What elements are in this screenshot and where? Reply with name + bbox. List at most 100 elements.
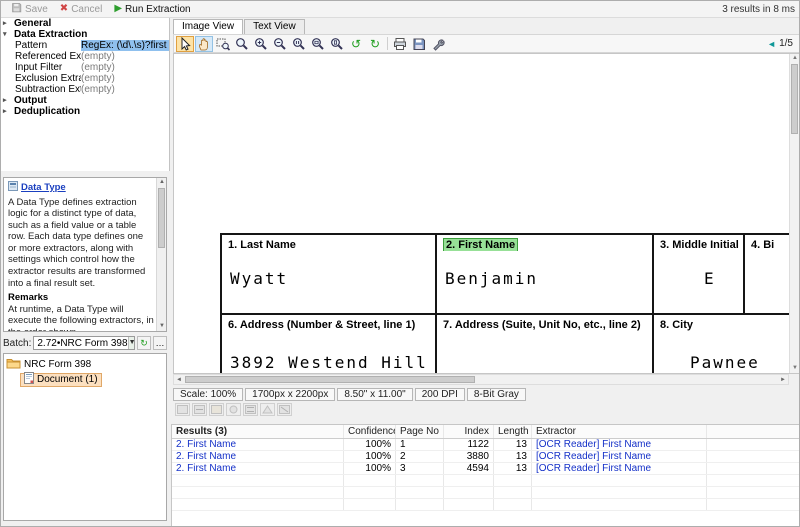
zoom-in-button[interactable] — [252, 36, 270, 52]
property-value[interactable]: (empty) — [81, 62, 169, 73]
viewer-horizontal-scrollbar[interactable]: ◄ ► — [173, 374, 789, 385]
property-group-general[interactable]: ▸ General — [1, 18, 169, 29]
save-button[interactable]: Save — [7, 2, 52, 17]
image-viewer[interactable]: 1. Last Name Wyatt 2. First Name Benjami… — [173, 53, 800, 374]
selected-tree-item[interactable]: Document (1) — [20, 373, 102, 387]
cancel-button[interactable]: ✖ Cancel — [56, 2, 107, 17]
empty-cell — [707, 487, 800, 498]
property-label: Pattern — [1, 40, 81, 51]
refresh-batch-button[interactable]: ↻ — [137, 336, 151, 350]
mini-tool-icon-6[interactable] — [260, 403, 275, 416]
result-extractor: [OCR Reader] First Name — [532, 463, 707, 474]
column-header-length[interactable]: Length — [494, 425, 532, 438]
column-header-index[interactable]: Index — [444, 425, 494, 438]
tree-node-label: Document (1) — [37, 374, 98, 385]
property-row-exclusion-extractor[interactable]: Exclusion Extract (empty) — [1, 73, 169, 84]
tree-node-label: NRC Form 398 — [24, 359, 91, 370]
batch-options-button[interactable]: … — [153, 336, 167, 350]
result-row[interactable]: 2. First Name 100% 1 1122 13 [OCR Reader… — [172, 439, 800, 451]
main-toolbar: Save ✖ Cancel ▶ Run Extraction 3 results… — [1, 1, 800, 18]
viewer-settings-button[interactable] — [429, 36, 447, 52]
field-value: Benjamin — [445, 269, 538, 288]
extraction-highlight[interactable]: 2. First Name — [443, 238, 518, 251]
column-header-page-no[interactable]: Page No — [396, 425, 444, 438]
mini-tool-icon-1[interactable] — [175, 403, 190, 416]
field-label: 3. Middle Initial — [654, 235, 743, 251]
mini-tool-icon-5[interactable] — [243, 403, 258, 416]
zoom-fit-page-button[interactable] — [328, 36, 346, 52]
scroll-left-icon[interactable]: ◄ — [174, 377, 184, 383]
scrollbar-thumb[interactable] — [791, 64, 798, 134]
result-row[interactable]: 2. First Name 100% 3 4594 13 [OCR Reader… — [172, 463, 800, 475]
property-value[interactable]: (empty) — [81, 73, 169, 84]
property-value[interactable]: (empty) — [81, 84, 169, 95]
mini-tool-icon-7[interactable] — [277, 403, 292, 416]
scroll-right-icon[interactable]: ► — [778, 377, 788, 383]
column-header-confidence[interactable]: Confidence — [344, 425, 396, 438]
image-viewer-toolbar: ↺ ↻ ◄ 1/5 — [173, 34, 800, 53]
scroll-up-icon[interactable]: ▲ — [790, 54, 800, 63]
property-grid: ▸ General ▾ Data Extraction Pattern RegE… — [1, 18, 170, 171]
scroll-up-icon[interactable]: ▲ — [157, 178, 167, 187]
property-group-deduplication[interactable]: ▸ Deduplication — [1, 106, 169, 117]
help-vertical-scrollbar[interactable]: ▲ ▼ — [156, 178, 166, 331]
zoom-in-icon — [254, 37, 268, 51]
form-cell-last-name: 1. Last Name Wyatt — [222, 235, 437, 315]
pan-tool-button[interactable] — [195, 36, 213, 52]
batch-combobox[interactable]: 2.72•NRC Form 398 ▼ — [33, 336, 135, 350]
scrollbar-thumb[interactable] — [158, 188, 165, 248]
result-extractor: [OCR Reader] First Name — [532, 451, 707, 462]
zoom-fit-page-icon — [330, 37, 344, 51]
property-value[interactable]: (empty) — [81, 51, 169, 62]
chevron-right-icon: ▸ — [3, 18, 11, 29]
print-button[interactable] — [391, 36, 409, 52]
property-label: Input Filter — [1, 62, 81, 73]
pointer-tool-button[interactable] — [176, 36, 194, 52]
property-row-input-filter[interactable]: Input Filter (empty) — [1, 62, 169, 73]
result-row[interactable]: 2. First Name 100% 2 3880 13 [OCR Reader… — [172, 451, 800, 463]
property-value[interactable]: RegEx: (\d\.\s)?first — [81, 40, 169, 51]
property-row-pattern[interactable]: Pattern RegEx: (\d\.\s)?first — [1, 40, 169, 51]
magnifier-button[interactable] — [233, 36, 251, 52]
save-image-button[interactable] — [410, 36, 428, 52]
tree-node-batch-root[interactable]: NRC Form 398 — [6, 357, 164, 372]
previous-page-icon[interactable]: ◄ — [767, 39, 776, 49]
ellipsis-icon: … — [156, 338, 165, 348]
data-type-link[interactable]: Data Type — [21, 182, 66, 194]
pointer-icon — [178, 37, 192, 51]
form-cell-city: 8. City Pawnee — [654, 315, 800, 374]
empty-cell — [344, 475, 396, 486]
mini-tool-icon-2[interactable] — [192, 403, 207, 416]
tab-image-view[interactable]: Image View — [173, 19, 243, 34]
field-value: E — [704, 269, 716, 288]
zoom-fit-width-button[interactable] — [309, 36, 327, 52]
scroll-down-icon[interactable]: ▼ — [790, 364, 800, 373]
batch-value: 2.72•NRC Form 398 — [37, 338, 127, 349]
refresh-view-button[interactable]: ↻ — [366, 36, 384, 52]
group-label: Deduplication — [14, 106, 80, 117]
run-extraction-button[interactable]: ▶ Run Extraction — [110, 2, 194, 17]
property-row-referenced-extractors[interactable]: Referenced Extra (empty) — [1, 51, 169, 62]
zoom-out-button[interactable] — [271, 36, 289, 52]
tree-node-document[interactable]: Document (1) — [6, 372, 164, 387]
zoom-actual-size-button[interactable] — [290, 36, 308, 52]
scrollbar-thumb[interactable] — [185, 376, 475, 383]
cancel-label: Cancel — [71, 4, 102, 15]
property-group-output[interactable]: ▸ Output — [1, 95, 169, 106]
property-group-data-extraction[interactable]: ▾ Data Extraction — [1, 29, 169, 40]
property-label: Subtraction Extra — [1, 84, 81, 95]
viewer-vertical-scrollbar[interactable]: ▲ ▼ — [789, 54, 799, 373]
rotate-ccw-button[interactable]: ↺ — [347, 36, 365, 52]
tab-text-view[interactable]: Text View — [244, 19, 305, 34]
dropdown-arrow-icon[interactable]: ▼ — [128, 337, 135, 349]
zoom-region-button[interactable] — [214, 36, 232, 52]
property-row-subtraction-extractor[interactable]: Subtraction Extra (empty) — [1, 84, 169, 95]
scroll-down-icon[interactable]: ▼ — [157, 322, 167, 331]
zoom-actual-icon — [292, 37, 306, 51]
pixel-size-indicator: 1700px x 2200px — [245, 388, 335, 401]
scale-indicator: Scale: 100% — [173, 388, 243, 401]
results-title[interactable]: Results (3) — [172, 425, 344, 438]
mini-tool-icon-4[interactable] — [226, 403, 241, 416]
column-header-extractor[interactable]: Extractor — [532, 425, 707, 438]
mini-tool-icon-3[interactable] — [209, 403, 224, 416]
